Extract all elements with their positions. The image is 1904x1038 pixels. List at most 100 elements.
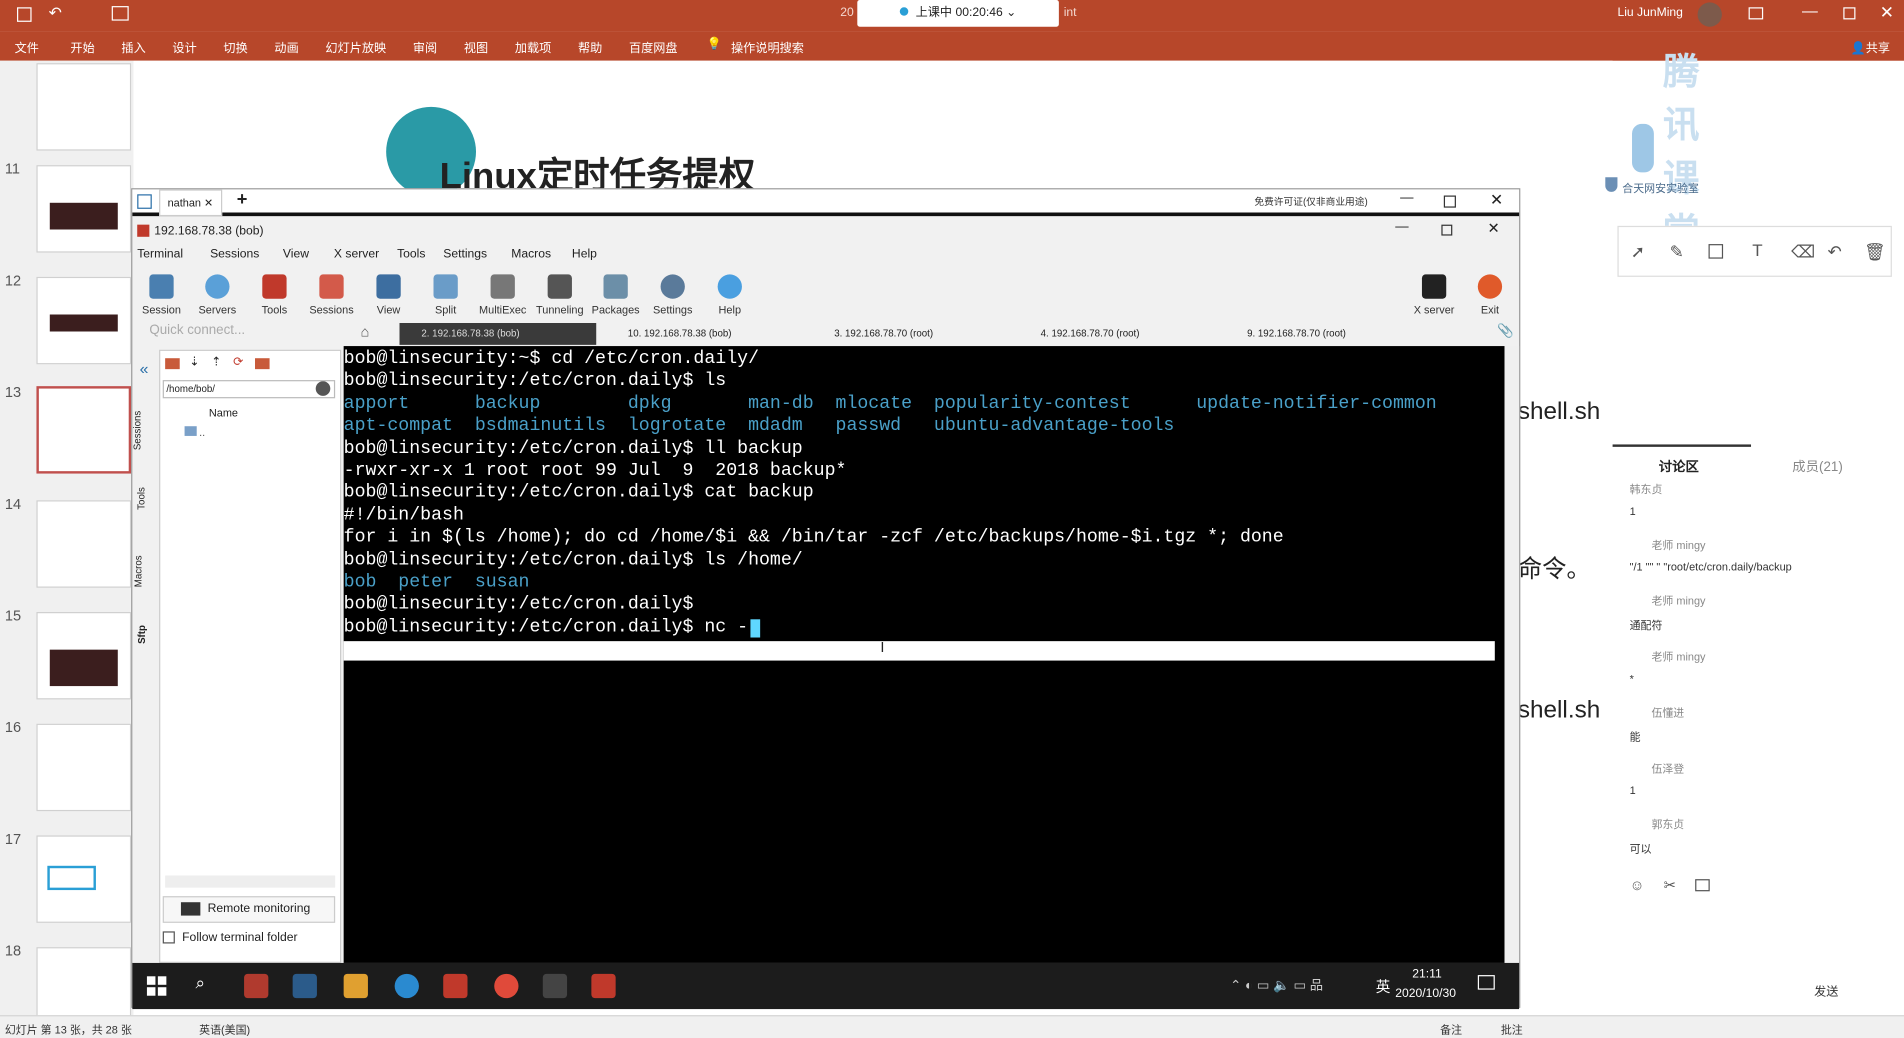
ribbon-tab-review[interactable]: 审阅 — [413, 38, 437, 56]
ribbon-tab-help[interactable]: 帮助 — [578, 38, 602, 56]
ribbon-tab-home[interactable]: 开始 — [70, 38, 94, 56]
side-tab-tools[interactable]: Tools — [136, 487, 147, 510]
toolbar-help-button[interactable]: Help — [703, 274, 756, 316]
session-tab[interactable]: 3. 192.168.78.70 (root) — [815, 323, 1009, 345]
ribbon-tab-file[interactable]: 文件 — [15, 38, 39, 56]
toolbar-split-button[interactable]: Split — [419, 274, 472, 316]
follow-folder-checkbox[interactable]: Follow terminal folder — [162, 931, 298, 945]
collapse-panel-icon[interactable]: « — [140, 359, 149, 377]
ribbon-tab-design[interactable]: 设计 — [172, 38, 196, 56]
send-button[interactable]: 发送 — [1814, 981, 1838, 999]
folder-icon[interactable] — [343, 973, 368, 999]
tray-icons[interactable]: ⌃ ◐ ▭ 🔈 ▭ 品 — [1230, 975, 1323, 994]
terminal-app-icon[interactable] — [542, 973, 568, 999]
tell-me-search[interactable]: 操作说明搜索 — [731, 38, 804, 56]
image-icon[interactable] — [1695, 879, 1710, 892]
toolbar-view-button[interactable]: View — [362, 274, 415, 316]
live-class-pill[interactable]: 上课中 00:20:46 ⌄ — [857, 0, 1059, 27]
toolbar-exit-button[interactable]: Exit — [1463, 274, 1516, 316]
ribbon-tab-slideshow[interactable]: 幻灯片放映 — [325, 38, 386, 56]
ribbon-tab-animations[interactable]: 动画 — [274, 38, 298, 56]
pen-icon[interactable]: ✎ — [1670, 242, 1684, 263]
taskbar-app-icon[interactable] — [292, 973, 317, 999]
share-button[interactable]: 👤共享 — [1851, 38, 1890, 56]
column-header-name[interactable]: Name — [209, 407, 238, 419]
session-tab[interactable]: 10. 192.168.78.38 (bob) — [608, 323, 802, 345]
ribbon-tab-baidu[interactable]: 百度网盘 — [629, 38, 678, 56]
rectangle-icon[interactable] — [1708, 244, 1724, 259]
ribbon-tab-transitions[interactable]: 切换 — [223, 38, 247, 56]
slide-thumbnail[interactable] — [36, 723, 132, 812]
slide-thumbnail-selected[interactable] — [36, 386, 132, 474]
language-status[interactable]: 英语(美国) — [199, 1021, 250, 1037]
toolbar-servers-button[interactable]: Servers — [191, 274, 244, 316]
slide-thumbnail[interactable] — [36, 165, 132, 253]
toolbar-tunneling-button[interactable]: Tunneling — [533, 274, 586, 316]
emoji-icon[interactable]: ☺ — [1630, 877, 1645, 894]
tab-discussion[interactable]: 讨论区 — [1659, 457, 1699, 476]
slideshow-icon[interactable] — [111, 6, 129, 21]
text-tool-icon[interactable]: T — [1752, 240, 1762, 259]
slide-thumbnail[interactable] — [36, 612, 132, 700]
slide-thumbnail[interactable] — [36, 276, 132, 365]
toolbar-settings-button[interactable]: Settings — [646, 274, 699, 316]
toolbar-packages-button[interactable]: Packages — [589, 274, 642, 316]
search-icon[interactable]: ⌕ — [196, 973, 206, 994]
pointer-icon[interactable]: ➚ — [1631, 242, 1645, 263]
remote-monitoring-button[interactable]: Remote monitoring — [162, 896, 336, 923]
notification-icon[interactable] — [1477, 975, 1495, 990]
minimize-icon[interactable]: — — [1802, 1, 1818, 19]
slide-thumbnail[interactable] — [36, 500, 132, 588]
download-icon[interactable]: ⇣ — [189, 356, 199, 369]
toolbar-multiexec-button[interactable]: MultiExec — [476, 274, 529, 316]
restore-icon[interactable] — [1843, 7, 1856, 20]
attachment-icon[interactable]: 📎 — [1497, 323, 1514, 339]
taskbar-app-icon[interactable] — [443, 973, 468, 999]
clock-time[interactable]: 21:11 — [1412, 968, 1442, 981]
clock-date[interactable]: 2020/10/30 — [1395, 987, 1456, 1000]
taskbar-app-icon[interactable] — [244, 973, 269, 999]
close-icon[interactable]: ✕ — [1880, 2, 1894, 23]
tab-members[interactable]: 成员(21) — [1792, 457, 1842, 476]
ribbon-tab-view[interactable]: 视图 — [464, 38, 488, 56]
path-go-icon[interactable] — [315, 381, 331, 396]
toolbar-xserver-button[interactable]: X server — [1407, 274, 1460, 316]
new-folder-icon[interactable] — [255, 358, 270, 370]
comments-button[interactable]: 批注 — [1501, 1021, 1523, 1037]
notes-button[interactable]: 备注 — [1440, 1021, 1462, 1037]
horizontal-scrollbar[interactable] — [165, 875, 336, 888]
side-tab-sessions[interactable]: Sessions — [132, 411, 143, 450]
upload-icon[interactable]: ⇡ — [211, 356, 221, 369]
parent-directory-row[interactable]: .. — [184, 426, 205, 438]
windows-start-icon[interactable] — [146, 976, 167, 996]
session-tab[interactable]: 9. 192.168.78.70 (root) — [1228, 323, 1422, 345]
ribbon-display-icon[interactable] — [1748, 7, 1764, 20]
slide-thumbnail[interactable] — [36, 835, 132, 923]
undo-icon[interactable]: ↶ — [49, 4, 62, 23]
path-input[interactable]: /home/bob/ — [162, 380, 336, 399]
slide-thumbnail[interactable] — [36, 63, 132, 151]
side-tab-sftp[interactable]: Sftp — [136, 625, 147, 644]
save-icon[interactable] — [17, 7, 32, 22]
trash-icon[interactable]: 🗑 — [1864, 242, 1886, 263]
toolbar-tools-button[interactable]: Tools — [248, 274, 301, 316]
undo-icon[interactable]: ↶ — [1828, 242, 1842, 263]
session-tab-active[interactable]: 2. 192.168.78.38 (bob) — [399, 323, 597, 345]
avatar[interactable] — [1697, 2, 1722, 27]
side-tab-macros[interactable]: Macros — [133, 555, 144, 587]
ribbon-tab-addins[interactable]: 加载项 — [515, 38, 551, 56]
quick-connect-input[interactable]: Quick connect... — [149, 323, 343, 345]
refresh-icon[interactable]: ⟳ — [233, 356, 243, 369]
edge-icon[interactable] — [394, 973, 419, 999]
home-icon[interactable]: ⌂ — [361, 323, 370, 340]
visio-icon[interactable] — [591, 973, 616, 999]
toolbar-session-button[interactable]: Session — [135, 274, 188, 316]
chrome-icon[interactable] — [494, 973, 519, 999]
ime-indicator[interactable]: 英 — [1376, 976, 1391, 997]
ribbon-tab-insert[interactable]: 插入 — [121, 38, 145, 56]
toolbar-sessions-button[interactable]: Sessions — [305, 274, 358, 316]
session-tab[interactable]: 4. 192.168.78.70 (root) — [1021, 323, 1215, 345]
eraser-icon[interactable]: ⌫ — [1791, 242, 1815, 263]
vertical-scrollbar[interactable] — [1504, 346, 1520, 963]
scissors-icon[interactable]: ✂ — [1664, 877, 1676, 894]
